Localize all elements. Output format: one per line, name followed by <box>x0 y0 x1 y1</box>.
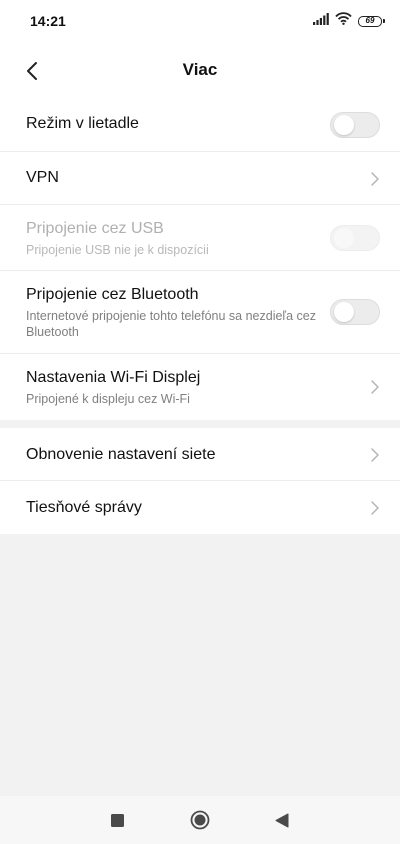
setting-subtitle: Pripojenie USB nie je k dispozícii <box>26 243 209 257</box>
wifi-icon <box>335 12 352 30</box>
nav-back-button[interactable] <box>270 808 294 832</box>
setting-title: Obnovenie nastavení siete <box>26 446 216 463</box>
setting-subtitle: Pripojené k displeju cez Wi-Fi <box>26 392 190 406</box>
signal-icon <box>313 12 329 30</box>
status-time: 14:21 <box>30 13 66 29</box>
chevron-right-icon <box>371 380 379 394</box>
toggle-knob <box>334 228 354 248</box>
toggle-knob <box>334 302 354 322</box>
setting-emergency-alerts[interactable]: Tiesňové správy <box>0 481 400 534</box>
recent-apps-icon <box>110 813 124 827</box>
chevron-right-icon <box>371 448 379 462</box>
setting-title: Nastavenia Wi-Fi Displej <box>26 369 201 386</box>
settings-group-secondary: Obnovenie nastavení siete Tiesňové správ… <box>0 428 400 534</box>
battery-level: 69 <box>365 16 375 25</box>
chevron-right-icon <box>371 172 379 186</box>
setting-network-reset[interactable]: Obnovenie nastavení siete <box>0 428 400 481</box>
setting-vpn[interactable]: VPN <box>0 152 400 205</box>
chevron-right-icon <box>371 501 379 515</box>
home-button[interactable] <box>188 808 212 832</box>
recent-apps-button[interactable] <box>105 808 129 832</box>
settings-screen: 14:21 69 Viac Režim v lietadle VPN Pripo… <box>0 0 400 844</box>
setting-airplane-mode[interactable]: Režim v lietadle <box>0 98 400 152</box>
setting-title: Tiesňové správy <box>26 499 142 516</box>
back-icon <box>275 813 289 827</box>
setting-subtitle: Internetové pripojenie tohto telefónu sa… <box>26 309 316 339</box>
airplane-mode-toggle[interactable] <box>330 112 380 138</box>
setting-title: Režim v lietadle <box>26 115 139 132</box>
toggle-knob <box>334 115 354 135</box>
setting-title: Pripojenie cez Bluetooth <box>26 286 199 303</box>
setting-bluetooth-tethering[interactable]: Pripojenie cez Bluetooth Internetové pri… <box>0 271 400 354</box>
navigation-bar <box>0 796 400 844</box>
bluetooth-tethering-toggle[interactable] <box>330 299 380 325</box>
header: Viac <box>0 44 400 98</box>
status-bar: 14:21 69 <box>0 0 400 44</box>
setting-title: VPN <box>26 169 59 186</box>
battery-icon: 69 <box>358 15 385 27</box>
setting-wifi-display[interactable]: Nastavenia Wi-Fi Displej Pripojené k dis… <box>0 354 400 420</box>
usb-tethering-toggle <box>330 225 380 251</box>
status-icons: 69 <box>313 12 385 30</box>
setting-title: Pripojenie cez USB <box>26 220 164 237</box>
page-title: Viac <box>182 60 218 79</box>
settings-group-main: Režim v lietadle VPN Pripojenie cez USB … <box>0 98 400 420</box>
home-icon <box>190 810 210 830</box>
setting-usb-tethering: Pripojenie cez USB Pripojenie USB nie je… <box>0 205 400 271</box>
